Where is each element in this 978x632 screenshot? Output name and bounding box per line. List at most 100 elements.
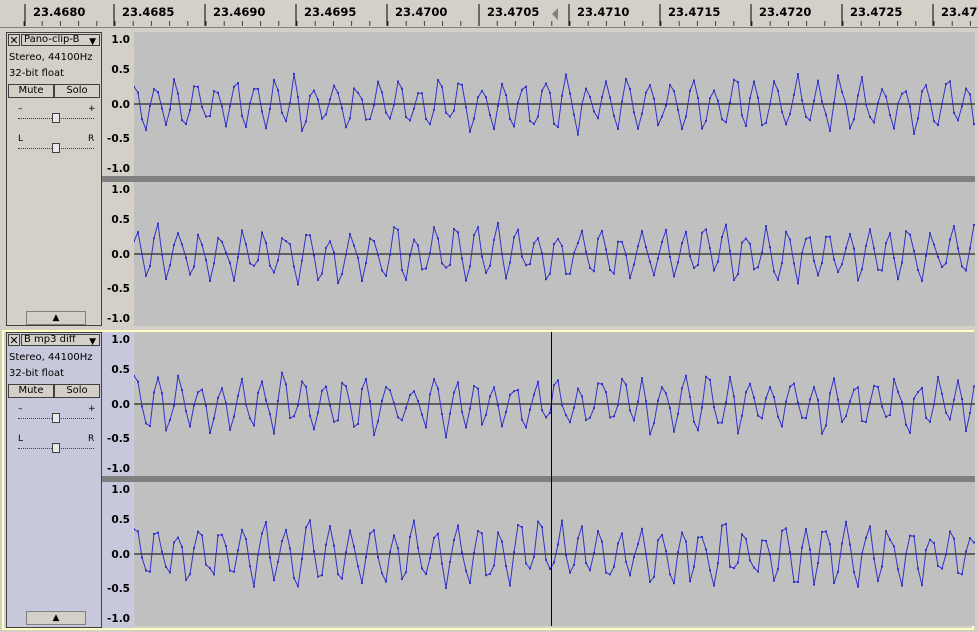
sample-point bbox=[677, 412, 679, 415]
sample-point bbox=[669, 407, 671, 410]
sample-point bbox=[957, 571, 959, 574]
sample-point bbox=[557, 126, 559, 128]
sample-point bbox=[141, 253, 143, 255]
sample-point bbox=[465, 569, 467, 572]
waveform-line bbox=[133, 372, 975, 438]
sample-point bbox=[165, 123, 167, 126]
pan-slider[interactable] bbox=[52, 443, 60, 453]
sample-point bbox=[425, 426, 427, 429]
sample-point bbox=[677, 261, 679, 264]
timeline-ruler[interactable]: 23.4680 23.4685 23.4690 23.4695 23.4700 … bbox=[0, 0, 978, 28]
track-format-bits: 32-bit float bbox=[9, 368, 65, 379]
sample-point bbox=[485, 271, 487, 274]
sample-point bbox=[937, 376, 939, 378]
sample-point bbox=[441, 562, 443, 565]
sample-point bbox=[753, 80, 755, 83]
sample-point bbox=[273, 579, 275, 582]
sample-point bbox=[573, 406, 575, 409]
sample-point bbox=[773, 579, 775, 582]
sample-point bbox=[565, 554, 567, 557]
pan-slider[interactable] bbox=[52, 143, 60, 153]
close-track-button[interactable]: ✕ bbox=[8, 34, 20, 46]
sample-point bbox=[257, 391, 259, 394]
sample-point bbox=[805, 417, 807, 420]
sample-point bbox=[365, 118, 367, 121]
mute-button[interactable]: Mute bbox=[8, 384, 54, 398]
sample-point bbox=[421, 92, 423, 95]
sample-point bbox=[577, 537, 579, 540]
sample-point bbox=[705, 548, 707, 551]
audio-track-2[interactable]: ✕ B mp3 diff ▼ Stereo, 44100Hz 32-bit fl… bbox=[2, 330, 975, 630]
sample-point bbox=[609, 416, 611, 419]
sample-point bbox=[549, 91, 551, 94]
sample-point bbox=[353, 87, 355, 90]
sample-point bbox=[761, 251, 763, 254]
waveform-left-channel[interactable] bbox=[133, 332, 975, 476]
sample-point bbox=[589, 416, 591, 419]
sample-point bbox=[553, 122, 555, 125]
mute-button[interactable]: Mute bbox=[8, 84, 54, 98]
sample-point bbox=[557, 543, 559, 546]
sample-point bbox=[525, 426, 527, 429]
scale-label: -0.5 bbox=[107, 133, 130, 145]
track-name-menu[interactable]: B mp3 diff ▼ bbox=[21, 334, 100, 346]
sample-point bbox=[257, 553, 259, 556]
sample-point bbox=[377, 556, 379, 558]
sample-point bbox=[593, 407, 595, 409]
sample-point bbox=[693, 565, 695, 568]
scale-label: -0.5 bbox=[107, 433, 130, 445]
sample-point bbox=[705, 375, 707, 378]
gain-slider[interactable] bbox=[52, 413, 60, 423]
sample-point bbox=[197, 85, 199, 88]
sample-point bbox=[537, 115, 539, 118]
sample-point bbox=[801, 416, 803, 419]
sample-point bbox=[581, 525, 583, 528]
sample-point bbox=[505, 277, 507, 280]
sample-point bbox=[829, 543, 831, 546]
sample-point bbox=[637, 400, 639, 403]
sample-point bbox=[493, 386, 495, 389]
scale-label: 0.0 bbox=[111, 549, 130, 561]
sample-point bbox=[737, 81, 739, 84]
collapse-track-button[interactable]: ▲ bbox=[26, 311, 86, 325]
sample-point bbox=[593, 270, 595, 273]
close-track-button[interactable]: ✕ bbox=[8, 334, 20, 346]
waveform-left-channel[interactable] bbox=[133, 32, 975, 176]
sample-point bbox=[721, 524, 723, 527]
audio-track-1[interactable]: ✕ Pano-clip-B ▼ Stereo, 44100Hz 32-bit f… bbox=[2, 30, 975, 328]
gain-slider[interactable] bbox=[52, 113, 60, 123]
solo-button[interactable]: Solo bbox=[54, 84, 100, 98]
sample-point bbox=[485, 413, 487, 416]
sample-point bbox=[261, 110, 263, 113]
sample-point bbox=[413, 390, 415, 393]
sample-point bbox=[889, 232, 891, 235]
sample-point bbox=[705, 228, 707, 231]
sample-point bbox=[717, 260, 719, 263]
sample-point bbox=[285, 120, 287, 123]
sample-point bbox=[449, 412, 451, 415]
sample-point bbox=[137, 380, 139, 383]
sample-point bbox=[437, 79, 439, 82]
solo-button[interactable]: Solo bbox=[54, 384, 100, 398]
waveform-right-channel[interactable] bbox=[133, 482, 975, 626]
sample-point bbox=[245, 403, 247, 406]
sample-point bbox=[833, 101, 835, 104]
sample-point bbox=[501, 83, 503, 85]
sample-point bbox=[657, 124, 659, 126]
sample-point bbox=[885, 95, 887, 98]
track-name-menu[interactable]: Pano-clip-B ▼ bbox=[21, 34, 100, 46]
sample-point bbox=[637, 127, 639, 130]
sample-point bbox=[301, 380, 303, 383]
sample-point bbox=[837, 570, 839, 573]
sample-point bbox=[921, 90, 923, 93]
sample-point bbox=[741, 414, 743, 417]
sample-point bbox=[181, 545, 183, 548]
sample-point bbox=[861, 76, 863, 79]
sample-point bbox=[161, 550, 163, 553]
waveform-right-channel[interactable] bbox=[133, 182, 975, 326]
collapse-track-button[interactable]: ▲ bbox=[26, 611, 86, 625]
sample-point bbox=[509, 261, 511, 264]
sample-point bbox=[277, 560, 279, 563]
sample-point bbox=[189, 109, 191, 112]
sample-point bbox=[205, 258, 207, 261]
